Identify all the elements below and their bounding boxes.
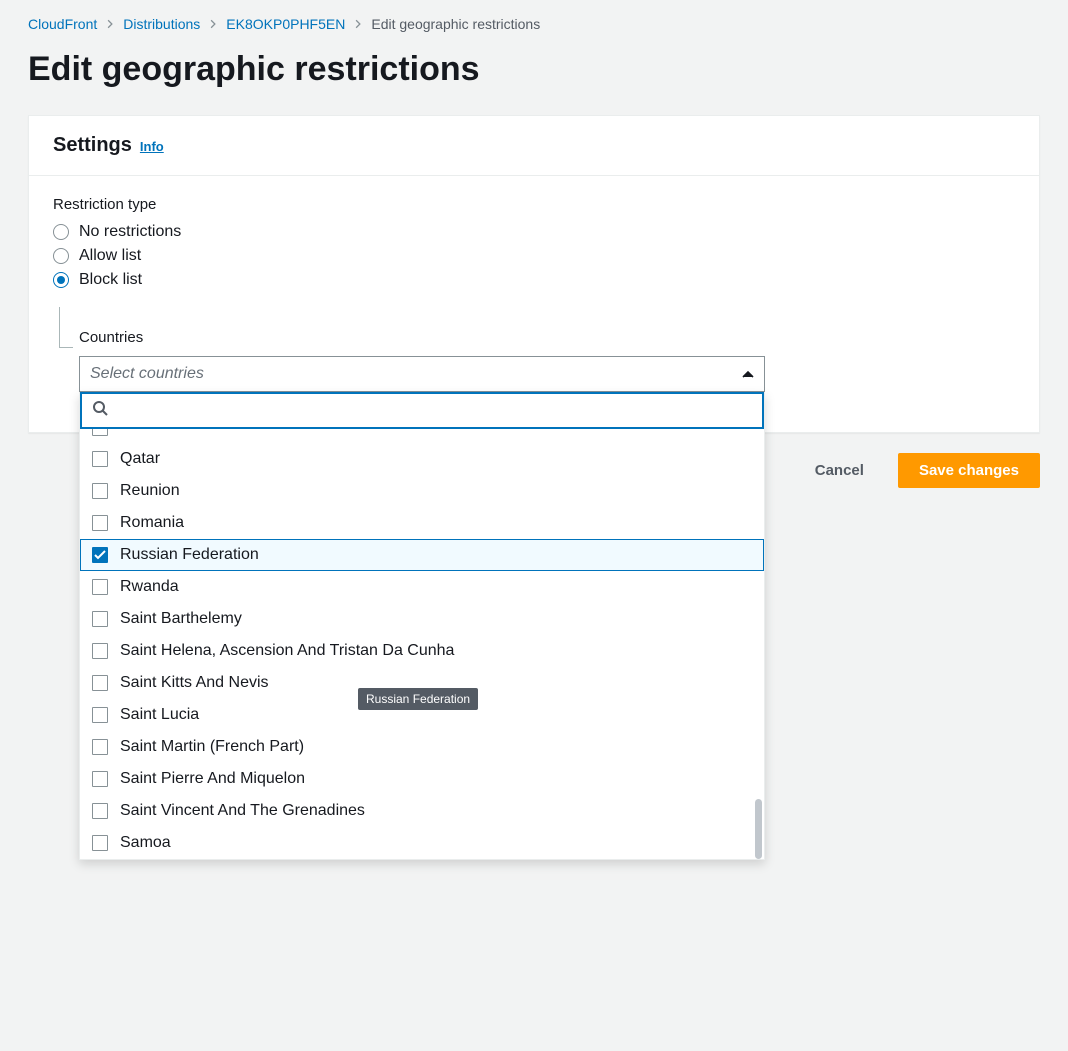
option-label: Saint Vincent And The Grenadines (120, 802, 365, 820)
multiselect-option[interactable]: Saint Martin (French Part) (80, 731, 764, 763)
tree-indent-line (59, 301, 79, 392)
option-label: Russian Federation (120, 546, 259, 564)
checkbox-icon (92, 579, 108, 595)
radio-allow-list[interactable]: Allow list (53, 247, 1015, 265)
multiselect-option[interactable]: Samoa (80, 827, 764, 859)
tooltip: Russian Federation (358, 688, 478, 710)
settings-panel: Settings Info Restriction type No restri… (28, 115, 1040, 433)
multiselect-search (80, 392, 764, 429)
restriction-type-label: Restriction type (53, 196, 1015, 213)
multiselect-option[interactable]: Russian Federation (80, 539, 764, 571)
radio-icon (53, 224, 69, 240)
breadcrumb-current: Edit geographic restrictions (371, 16, 540, 32)
checkbox-icon (92, 803, 108, 819)
checkbox-icon (92, 611, 108, 627)
info-link[interactable]: Info (140, 139, 164, 154)
scrollbar-thumb[interactable] (755, 799, 762, 859)
cancel-button[interactable]: Cancel (795, 453, 884, 488)
search-icon (92, 400, 108, 421)
save-button[interactable]: Save changes (898, 453, 1040, 488)
option-label: Saint Kitts And Nevis (120, 674, 269, 692)
option-label: Reunion (120, 482, 180, 500)
multiselect-control[interactable]: Select countries (79, 356, 765, 392)
radio-no-restrictions[interactable]: No restrictions (53, 223, 1015, 241)
page-title: Edit geographic restrictions (28, 50, 1040, 89)
radio-label: Block list (79, 271, 142, 289)
multiselect-placeholder: Select countries (90, 365, 204, 382)
breadcrumb: CloudFront Distributions EK8OKP0PHF5EN E… (28, 16, 1040, 32)
checkbox-icon (92, 771, 108, 787)
radio-block-list[interactable]: Block list (53, 271, 1015, 289)
caret-up-icon (742, 365, 754, 383)
option-label: Saint Barthelemy (120, 610, 242, 628)
checkbox-icon (92, 547, 108, 563)
breadcrumb-link-distributions[interactable]: Distributions (123, 16, 200, 32)
checkbox-icon (92, 483, 108, 499)
option-label: Saint Lucia (120, 706, 199, 724)
multiselect-search-input[interactable] (116, 401, 752, 421)
option-label: Saint Helena, Ascension And Tristan Da C… (120, 642, 454, 660)
option-label: Romania (120, 514, 184, 532)
multiselect-dropdown: Qatar Reunion Romania Russian Federation Rwa… (79, 392, 765, 860)
multiselect-option[interactable]: Rwanda (80, 571, 764, 603)
multiselect-option[interactable]: Qatar (80, 443, 764, 475)
option-label: Qatar (120, 450, 160, 468)
breadcrumb-link-distribution-id[interactable]: EK8OKP0PHF5EN (226, 16, 345, 32)
radio-icon (53, 248, 69, 264)
option-label: Saint Pierre And Miquelon (120, 770, 305, 788)
multiselect-option-list[interactable]: Qatar Reunion Romania Russian Federation Rwa… (80, 429, 764, 859)
multiselect-option[interactable]: Saint Vincent And The Grenadines (80, 795, 764, 827)
multiselect-option[interactable]: Saint Pierre And Miquelon (80, 763, 764, 795)
countries-label: Countries (79, 329, 1015, 346)
checkbox-icon (92, 707, 108, 723)
checkbox-icon (92, 429, 108, 436)
multiselect-option[interactable]: Saint Barthelemy (80, 603, 764, 635)
option-label: Rwanda (120, 578, 179, 596)
multiselect-option[interactable]: Reunion (80, 475, 764, 507)
option-label: Saint Martin (French Part) (120, 738, 304, 756)
countries-multiselect: Select countries (79, 356, 765, 392)
radio-icon (53, 272, 69, 288)
multiselect-option[interactable]: Romania (80, 507, 764, 539)
multiselect-option[interactable] (80, 429, 764, 443)
checkbox-icon (92, 643, 108, 659)
checkbox-icon (92, 835, 108, 851)
chevron-right-icon (105, 19, 115, 29)
chevron-right-icon (353, 19, 363, 29)
checkbox-icon (92, 739, 108, 755)
radio-label: Allow list (79, 247, 141, 265)
checkbox-icon (92, 675, 108, 691)
radio-label: No restrictions (79, 223, 181, 241)
panel-heading: Settings (53, 134, 132, 157)
multiselect-option[interactable]: Saint Helena, Ascension And Tristan Da C… (80, 635, 764, 667)
checkbox-icon (92, 515, 108, 531)
breadcrumb-link-cloudfront[interactable]: CloudFront (28, 16, 97, 32)
checkbox-icon (92, 451, 108, 467)
chevron-right-icon (208, 19, 218, 29)
option-label: Samoa (120, 834, 171, 852)
